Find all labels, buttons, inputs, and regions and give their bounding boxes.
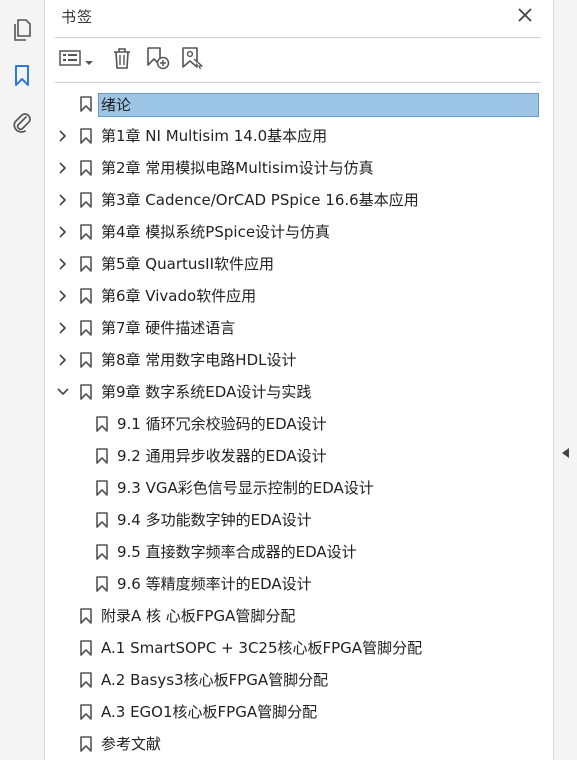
bookmark-subitem[interactable]: 9.6 等精度频率计的EDA设计 — [45, 568, 553, 600]
bookmark-label[interactable]: 第3章 Cadence/OrCAD PSpice 16.6基本应用 — [98, 189, 422, 211]
delete-icon — [112, 47, 132, 73]
bookmark-subitem[interactable]: 9.4 多功能数字钟的EDA设计 — [45, 504, 553, 536]
bookmark-item[interactable]: 第7章 硬件描述语言 — [45, 312, 553, 344]
chevron-right-icon[interactable] — [57, 129, 69, 143]
bookmark-from-structure-button[interactable] — [180, 46, 204, 74]
dropdown-caret-icon — [85, 51, 93, 70]
bookmark-item[interactable]: A.3 EGO1核心板FPGA管脚分配 — [45, 696, 553, 728]
new-bookmark-icon — [146, 46, 170, 74]
bookmark-item[interactable]: 第4章 模拟系统PSpice设计与仿真 — [45, 216, 553, 248]
bookmark-label[interactable]: A.1 SmartSOPC + 3C25核心板FPGA管脚分配 — [98, 637, 425, 659]
bookmark-from-structure-icon — [180, 46, 204, 74]
bookmark-icon — [80, 256, 92, 272]
bookmark-label[interactable]: 绪论 — [98, 93, 539, 117]
bookmark-label[interactable]: A.2 Basys3核心板FPGA管脚分配 — [98, 669, 331, 691]
chevron-right-icon[interactable] — [57, 353, 69, 367]
bookmark-icon — [80, 736, 92, 752]
bookmark-label[interactable]: 第8章 常用数字电路HDL设计 — [98, 349, 300, 371]
panel-collapse-strip — [553, 0, 577, 760]
chevron-right-icon[interactable] — [57, 257, 69, 271]
bookmark-icon — [96, 448, 108, 464]
bookmark-icon — [80, 640, 92, 656]
options-menu-icon — [59, 49, 81, 71]
bookmark-label[interactable]: 9.5 直接数字频率合成器的EDA设计 — [114, 541, 360, 563]
bookmark-label[interactable]: 第4章 模拟系统PSpice设计与仿真 — [98, 221, 333, 243]
bookmark-label[interactable]: 第9章 数字系统EDA设计与实践 — [98, 381, 314, 403]
bookmark-label[interactable]: 9.6 等精度频率计的EDA设计 — [114, 573, 315, 595]
bookmark-subitem[interactable]: 9.5 直接数字频率合成器的EDA设计 — [45, 536, 553, 568]
chevron-down-icon[interactable] — [57, 385, 69, 399]
bookmark-label[interactable]: 9.4 多功能数字钟的EDA设计 — [114, 509, 315, 531]
bookmark-subitem[interactable]: 9.2 通用异步收发器的EDA设计 — [45, 440, 553, 472]
bookmark-subitem[interactable]: 9.3 VGA彩色信号显示控制的EDA设计 — [45, 472, 553, 504]
toolbar-divider-bottom — [55, 82, 541, 83]
bookmark-item[interactable]: 第8章 常用数字电路HDL设计 — [45, 344, 553, 376]
options-menu-button[interactable] — [59, 46, 93, 74]
bookmark-icon — [96, 544, 108, 560]
bookmark-item[interactable]: 第1章 NI Multisim 14.0基本应用 — [45, 120, 553, 152]
bookmark-icon — [80, 320, 92, 336]
chevron-right-icon[interactable] — [57, 321, 69, 335]
bookmark-icon — [96, 512, 108, 528]
pages-icon[interactable] — [8, 16, 36, 44]
bookmark-item[interactable]: 参考文献 — [45, 728, 553, 760]
bookmark-label[interactable]: 9.3 VGA彩色信号显示控制的EDA设计 — [114, 477, 377, 499]
toolbar-divider-top — [55, 37, 541, 38]
bookmark-label[interactable]: 参考文献 — [98, 733, 164, 755]
bookmark-subitem[interactable]: 9.1 循环冗余校验码的EDA设计 — [45, 408, 553, 440]
chevron-right-icon[interactable] — [57, 225, 69, 239]
bookmark-label[interactable]: 第5章 QuartusII软件应用 — [98, 253, 277, 275]
bookmark-icon — [80, 224, 92, 240]
chevron-right-icon[interactable] — [57, 161, 69, 175]
bookmark-item[interactable]: 第2章 常用模拟电路Multisim设计与仿真 — [45, 152, 553, 184]
bookmark-item[interactable]: A.1 SmartSOPC + 3C25核心板FPGA管脚分配 — [45, 632, 553, 664]
bookmark-label[interactable]: 附录A 核 心板FPGA管脚分配 — [98, 605, 298, 627]
bookmark-icon[interactable] — [8, 62, 36, 90]
bookmark-item[interactable]: 第5章 QuartusII软件应用 — [45, 248, 553, 280]
bookmark-icon — [80, 160, 92, 176]
bookmark-label[interactable]: 第2章 常用模拟电路Multisim设计与仿真 — [98, 157, 377, 179]
bookmark-icon — [96, 576, 108, 592]
bookmark-icon — [96, 480, 108, 496]
bookmark-icon — [80, 384, 92, 400]
bookmark-icon — [80, 288, 92, 304]
bookmark-label[interactable]: 第7章 硬件描述语言 — [98, 317, 238, 339]
navigation-rail — [0, 0, 45, 760]
bookmark-label[interactable]: A.3 EGO1核心板FPGA管脚分配 — [98, 701, 320, 723]
collapse-panel-arrow-icon[interactable] — [560, 446, 570, 460]
bookmark-icon — [80, 192, 92, 208]
bookmark-icon — [80, 672, 92, 688]
bookmark-icon — [96, 416, 108, 432]
bookmark-label[interactable]: 9.2 通用异步收发器的EDA设计 — [114, 445, 330, 467]
chevron-right-icon[interactable] — [57, 289, 69, 303]
close-icon[interactable] — [515, 5, 535, 25]
bookmark-label[interactable]: 第6章 Vivado软件应用 — [98, 285, 259, 307]
bookmark-icon — [80, 352, 92, 368]
bookmarks-panel: 书签 绪论 第1章 NI Multisim 14.0基本应用 第2章 常用模拟电… — [45, 0, 553, 760]
bookmark-icon — [80, 96, 92, 112]
bookmark-icon — [80, 704, 92, 720]
bookmark-item[interactable]: 第6章 Vivado软件应用 — [45, 280, 553, 312]
bookmark-item[interactable]: 第9章 数字系统EDA设计与实践 — [45, 376, 553, 408]
bookmark-label[interactable]: 第1章 NI Multisim 14.0基本应用 — [98, 125, 330, 147]
bookmark-icon — [80, 128, 92, 144]
bookmark-item[interactable]: 第3章 Cadence/OrCAD PSpice 16.6基本应用 — [45, 184, 553, 216]
bookmark-item[interactable]: 绪论 — [45, 88, 553, 120]
bookmark-icon — [80, 608, 92, 624]
bookmark-label[interactable]: 9.1 循环冗余校验码的EDA设计 — [114, 413, 330, 435]
panel-title: 书签 — [61, 8, 94, 26]
chevron-right-icon[interactable] — [57, 193, 69, 207]
delete-bookmark-button[interactable] — [112, 46, 132, 74]
bookmark-item[interactable]: 附录A 核 心板FPGA管脚分配 — [45, 600, 553, 632]
bookmark-item[interactable]: A.2 Basys3核心板FPGA管脚分配 — [45, 664, 553, 696]
attachment-icon[interactable] — [8, 108, 36, 136]
new-bookmark-button[interactable] — [146, 46, 170, 74]
